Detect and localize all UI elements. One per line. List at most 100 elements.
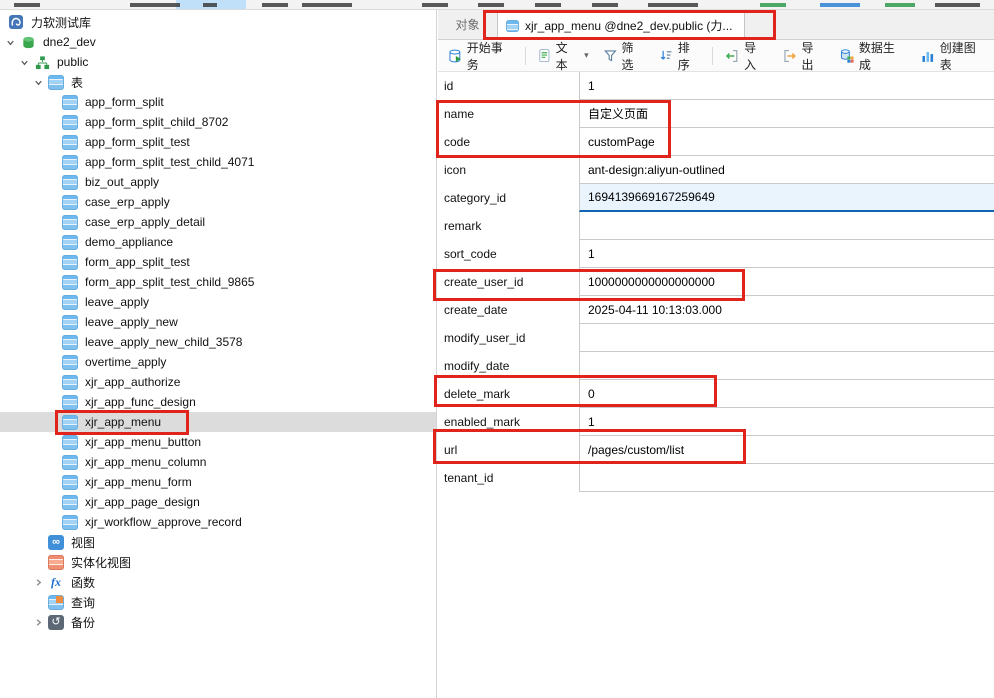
table-icon — [62, 415, 78, 430]
chevron-right-icon[interactable] — [32, 616, 45, 629]
field-value-input[interactable] — [579, 212, 994, 240]
tree-item-biz_out_apply[interactable]: biz_out_apply — [0, 172, 436, 192]
schema-icon — [34, 55, 50, 70]
tab-xjr_app_menu[interactable]: xjr_app_menu @dne2_dev.public (力... — [497, 10, 745, 40]
field-value-input[interactable] — [579, 324, 994, 352]
form-row-code: codecustomPage — [438, 128, 994, 156]
tree-item-case_erp_apply_detail[interactable]: case_erp_apply_detail — [0, 212, 436, 232]
tree-item-xjr_workflow_approve_record[interactable]: xjr_workflow_approve_record — [0, 512, 436, 532]
tree-item-connection[interactable]: 力软测试库 — [0, 12, 436, 32]
tree-item-app_form_split[interactable]: app_form_split — [0, 92, 436, 112]
tree-item-public[interactable]: public — [0, 52, 436, 72]
export-button[interactable]: 导出 — [775, 44, 832, 68]
table-icon — [62, 155, 78, 170]
import-button[interactable]: 导入 — [717, 44, 774, 68]
tree-item-backups[interactable]: 备份 — [0, 612, 436, 632]
tree-item-leave_apply_new[interactable]: leave_apply_new — [0, 312, 436, 332]
toolbar-separator — [525, 47, 526, 65]
tree-item-demo_appliance[interactable]: demo_appliance — [0, 232, 436, 252]
record-form: id1 name自定义页面 codecustomPage iconant-des… — [438, 72, 994, 492]
tree-item-overtime_apply[interactable]: overtime_apply — [0, 352, 436, 372]
table-icon — [62, 475, 78, 490]
field-value-input[interactable] — [579, 464, 994, 492]
tree-item-queries[interactable]: 查询 — [0, 592, 436, 612]
field-name: modify_user_id — [438, 324, 579, 352]
tree-item-xjr_app_page_design[interactable]: xjr_app_page_design — [0, 492, 436, 512]
form-row-category_id: category_id1694139669167259649 — [438, 184, 994, 212]
tree-item-case_erp_apply[interactable]: case_erp_apply — [0, 192, 436, 212]
text-view-button[interactable]: 文本▾ — [530, 44, 596, 68]
filter-button[interactable]: 筛选 — [596, 44, 652, 68]
view-icon — [48, 535, 64, 550]
begin-transaction-button[interactable]: 开始事务 — [440, 44, 521, 68]
chevron-down-icon[interactable] — [4, 36, 17, 49]
field-name: remark — [438, 212, 579, 240]
tree-item-materialized-views[interactable]: 实体化视图 — [0, 552, 436, 572]
tree-item-tables-folder[interactable]: 表 — [0, 72, 436, 92]
tables-folder-icon — [48, 75, 64, 90]
data-generation-button[interactable]: 数据生成 — [832, 44, 913, 68]
tree-item-views[interactable]: 视图 — [0, 532, 436, 552]
field-value-input[interactable]: 自定义页面 — [579, 100, 994, 128]
form-row-tenant_id: tenant_id — [438, 464, 994, 492]
chevron-right-icon[interactable] — [32, 576, 45, 589]
tree-item-xjr_app_authorize[interactable]: xjr_app_authorize — [0, 372, 436, 392]
tree-item-leave_apply[interactable]: leave_apply — [0, 292, 436, 312]
tree-item-xjr_app_menu[interactable]: xjr_app_menu — [0, 412, 436, 432]
field-value-input[interactable]: 1 — [579, 72, 994, 100]
table-icon — [62, 335, 78, 350]
table-icon — [62, 395, 78, 410]
chevron-down-icon[interactable] — [18, 56, 31, 69]
table-icon — [62, 115, 78, 130]
database-object-tree: 力软测试库 dne2_dev public 表 app_form_split a… — [0, 10, 437, 698]
field-value-input[interactable]: customPage — [579, 128, 994, 156]
table-icon — [62, 275, 78, 290]
field-value-input[interactable] — [579, 352, 994, 380]
form-row-remark: remark — [438, 212, 994, 240]
export-icon — [782, 48, 798, 64]
chevron-down-icon: ▾ — [584, 50, 589, 61]
data-view-toolbar: 开始事务 文本▾ 筛选 排序 导入 导出 数据生成 创建图 — [438, 40, 994, 72]
field-value-input[interactable]: 1 — [579, 240, 994, 268]
tree-item-form_app_split_test[interactable]: form_app_split_test — [0, 252, 436, 272]
tree-item-leave_apply_new_child_3578[interactable]: leave_apply_new_child_3578 — [0, 332, 436, 352]
sort-button[interactable]: 排序 — [652, 44, 708, 68]
table-icon — [62, 195, 78, 210]
field-value-input[interactable]: ant-design:aliyun-outlined — [579, 156, 994, 184]
tree-item-functions[interactable]: 函数 — [0, 572, 436, 592]
tree-item-xjr_app_menu_button[interactable]: xjr_app_menu_button — [0, 432, 436, 452]
tree-item-xjr_app_menu_column[interactable]: xjr_app_menu_column — [0, 452, 436, 472]
field-value-input[interactable]: 2025-04-11 10:13:03.000 — [579, 296, 994, 324]
tab-objects[interactable]: 对象 — [438, 9, 497, 39]
tab-title: xjr_app_menu @dne2_dev.public (力... — [525, 17, 732, 34]
form-row-create_date: create_date2025-04-11 10:13:03.000 — [438, 296, 994, 324]
import-icon — [724, 48, 740, 64]
field-value-input[interactable]: /pages/custom/list — [579, 436, 994, 464]
field-name: url — [438, 436, 579, 464]
field-value-input[interactable]: 0 — [579, 380, 994, 408]
table-icon — [62, 375, 78, 390]
toolbar-separator — [712, 47, 713, 65]
tree-item-xjr_app_func_design[interactable]: xjr_app_func_design — [0, 392, 436, 412]
field-value-input[interactable]: 1000000000000000000 — [579, 268, 994, 296]
field-value-input[interactable]: 1 — [579, 408, 994, 436]
sort-icon — [659, 48, 674, 63]
tree-item-app_form_split_test_child_4071[interactable]: app_form_split_test_child_4071 — [0, 152, 436, 172]
form-row-enabled_mark: enabled_mark1 — [438, 408, 994, 436]
tree-item-xjr_app_menu_form[interactable]: xjr_app_menu_form — [0, 472, 436, 492]
form-row-name: name自定义页面 — [438, 100, 994, 128]
transaction-icon — [447, 48, 463, 64]
create-chart-button[interactable]: 创建图表 — [913, 44, 994, 68]
tree-item-dne2_dev[interactable]: dne2_dev — [0, 32, 436, 52]
table-icon — [62, 175, 78, 190]
tree-item-app_form_split_child_8702[interactable]: app_form_split_child_8702 — [0, 112, 436, 132]
database-icon — [20, 35, 36, 50]
table-icon — [62, 135, 78, 150]
chevron-down-icon[interactable] — [32, 76, 45, 89]
form-row-sort_code: sort_code1 — [438, 240, 994, 268]
form-row-delete_mark: delete_mark0 — [438, 380, 994, 408]
field-name: id — [438, 72, 579, 100]
tree-item-form_app_split_test_child_9865[interactable]: form_app_split_test_child_9865 — [0, 272, 436, 292]
field-value-input-selected[interactable]: 1694139669167259649 — [579, 184, 994, 212]
tree-item-app_form_split_test[interactable]: app_form_split_test — [0, 132, 436, 152]
